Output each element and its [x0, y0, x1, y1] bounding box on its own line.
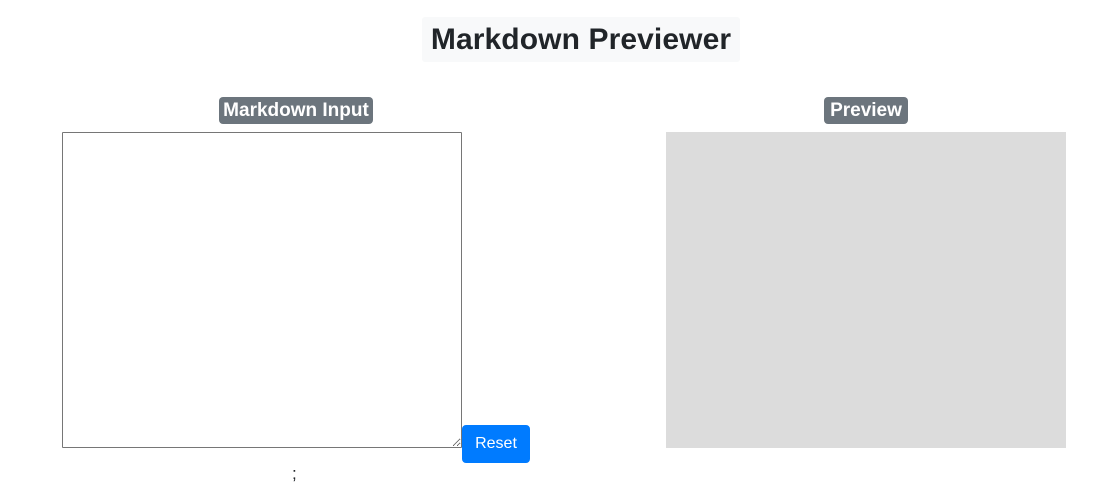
markdown-input-badge: Markdown Input [219, 97, 373, 124]
markdown-input-textarea[interactable] [62, 132, 462, 448]
preview-badge: Preview [824, 97, 908, 124]
page-title: Markdown Previewer [430, 22, 732, 56]
page-title-container: Markdown Previewer [422, 17, 740, 62]
preview-pane [666, 132, 1066, 448]
reset-button[interactable]: Reset [462, 425, 530, 463]
markdown-previewer-app: Markdown Previewer Markdown Input Reset … [0, 0, 1106, 497]
editor-footer-text: ; [292, 464, 297, 483]
